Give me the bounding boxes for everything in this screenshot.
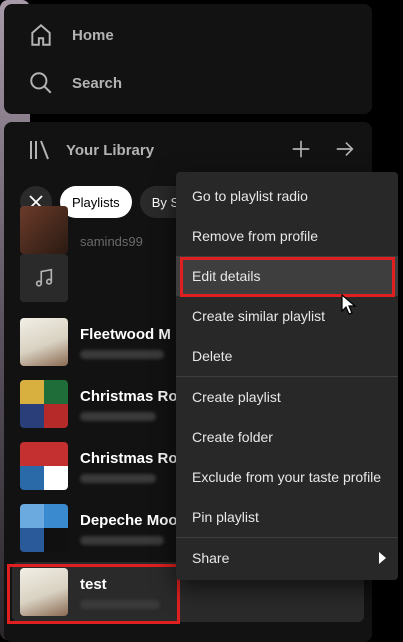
- row-subtitle-redacted: [80, 474, 156, 483]
- playlist-cover: [20, 254, 68, 302]
- playlist-cover: [20, 568, 68, 616]
- playlist-cover: [20, 380, 68, 428]
- playlist-cover: [20, 442, 68, 490]
- playlist-cover: [20, 206, 68, 254]
- menu-share-label: Share: [192, 550, 230, 566]
- library-icon: [30, 140, 49, 160]
- arrow-right-icon[interactable]: [334, 138, 356, 160]
- menu-create-playlist[interactable]: Create playlist: [176, 377, 398, 417]
- row-title: Depeche Moo: [80, 512, 178, 529]
- menu-create-similar-playlist[interactable]: Create similar playlist: [176, 296, 398, 336]
- nav-search-label: Search: [72, 74, 123, 92]
- cursor-icon: [341, 294, 357, 315]
- nav-home-label: Home: [72, 26, 114, 44]
- library-header-button[interactable]: Your Library: [28, 138, 154, 162]
- row-subtitle: saminds99: [80, 234, 143, 249]
- chevron-right-icon: [379, 552, 386, 564]
- nav-search[interactable]: Search: [28, 70, 122, 96]
- menu-remove-from-profile[interactable]: Remove from profile: [176, 216, 398, 256]
- search-icon: [30, 72, 52, 94]
- row-title: Christmas Ro: [80, 450, 178, 467]
- row-title: Christmas Ro: [80, 388, 178, 405]
- nav-home[interactable]: Home: [28, 22, 114, 48]
- row-title: test: [80, 576, 107, 593]
- menu-edit-details[interactable]: Edit details: [176, 256, 398, 296]
- top-nav-panel: Home Search: [4, 4, 372, 114]
- row-subtitle-redacted: [80, 600, 160, 609]
- menu-create-folder[interactable]: Create folder: [176, 417, 398, 457]
- plus-icon[interactable]: [290, 138, 312, 160]
- menu-pin-playlist[interactable]: Pin playlist: [176, 497, 398, 537]
- playlist-cover: [20, 504, 68, 552]
- menu-exclude-from-taste-profile[interactable]: Exclude from your taste profile: [176, 457, 398, 497]
- context-menu: Go to playlist radio Remove from profile…: [176, 172, 398, 580]
- menu-delete[interactable]: Delete: [176, 336, 398, 376]
- menu-go-to-playlist-radio[interactable]: Go to playlist radio: [176, 176, 398, 216]
- row-subtitle-redacted: [80, 350, 164, 359]
- row-title: Fleetwood M: [80, 326, 171, 343]
- row-subtitle-redacted: [80, 536, 164, 545]
- row-subtitle-redacted: [80, 412, 156, 421]
- playlist-cover: [20, 318, 68, 366]
- home-icon: [31, 23, 51, 46]
- menu-share[interactable]: Share: [176, 538, 398, 578]
- library-title: Your Library: [66, 141, 155, 159]
- music-note-icon: [35, 268, 53, 287]
